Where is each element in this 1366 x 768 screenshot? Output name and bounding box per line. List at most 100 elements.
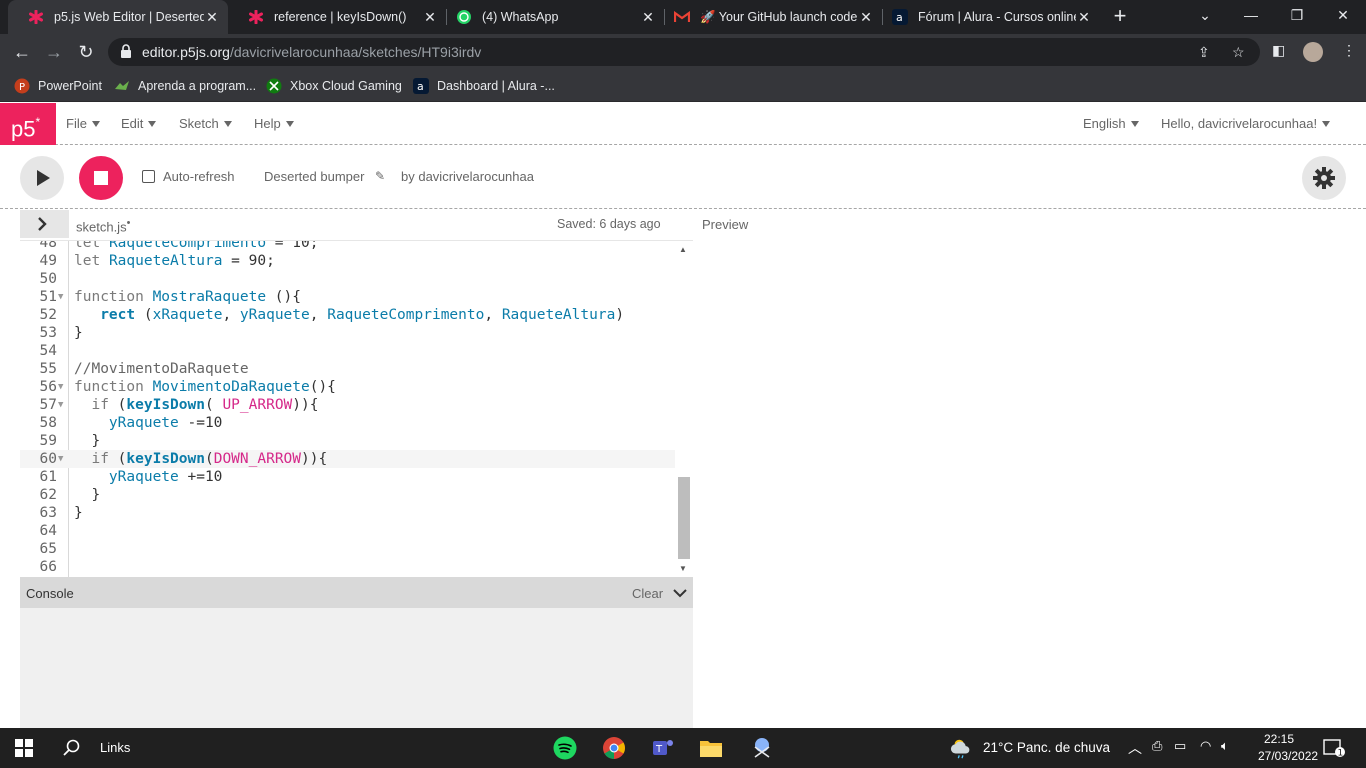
menu-file[interactable]: File bbox=[66, 116, 100, 131]
window-close-button[interactable]: ✕ bbox=[1320, 0, 1366, 30]
forward-arrow-icon[interactable]: → bbox=[40, 38, 68, 66]
code-line[interactable]: 65 bbox=[20, 540, 675, 558]
scroll-up-icon[interactable]: ▲ bbox=[679, 245, 687, 254]
file-tab-sketch[interactable]: sketch.js• bbox=[76, 217, 130, 234]
stop-button[interactable] bbox=[79, 156, 123, 200]
scroll-down-icon[interactable]: ▼ bbox=[679, 564, 687, 573]
code-line[interactable]: 63} bbox=[20, 504, 675, 522]
pencil-icon[interactable]: ✎ bbox=[375, 169, 385, 183]
tab-p5-editor[interactable]: p5.js Web Editor | Deserted bumper ✕ bbox=[8, 0, 228, 34]
taskbar-search-label[interactable]: Links bbox=[100, 740, 130, 755]
file-explorer-icon[interactable] bbox=[699, 736, 723, 760]
menu-help[interactable]: Help bbox=[254, 116, 294, 131]
windows-start-icon[interactable] bbox=[12, 736, 36, 760]
bookmark-powerpoint[interactable]: P PowerPoint bbox=[14, 77, 102, 95]
share-icon[interactable]: ⇪ bbox=[1198, 44, 1210, 61]
code-line[interactable]: 62 } bbox=[20, 486, 675, 504]
fold-arrow-icon[interactable]: ▼ bbox=[58, 378, 63, 396]
fold-arrow-icon[interactable]: ▼ bbox=[58, 450, 63, 468]
sketch-name[interactable]: Deserted bumper bbox=[264, 169, 364, 184]
p5-logo[interactable]: p5* bbox=[0, 103, 56, 145]
reload-icon[interactable]: ↻ bbox=[72, 38, 100, 66]
close-icon[interactable]: ✕ bbox=[422, 9, 438, 26]
bookmark-aprenda[interactable]: Aprenda a program... bbox=[114, 77, 256, 95]
code-line[interactable]: 52 rect (xRaquete, yRaquete, RaqueteComp… bbox=[20, 306, 675, 324]
tab-alura-forum[interactable]: a Fórum | Alura - Cursos online ✕ bbox=[882, 0, 1100, 34]
fold-arrow-icon[interactable]: ▼ bbox=[58, 396, 63, 414]
close-icon[interactable]: ✕ bbox=[640, 9, 656, 26]
menu-edit[interactable]: Edit bbox=[121, 116, 157, 131]
svg-text:a: a bbox=[417, 80, 424, 93]
new-tab-button[interactable]: + bbox=[1108, 5, 1132, 29]
address-bar[interactable]: editor.p5js.org/davicrivelarocunhaa/sket… bbox=[108, 38, 1260, 66]
language-selector[interactable]: English bbox=[1083, 116, 1139, 131]
code-text: yRaquete -=10 bbox=[108, 415, 223, 431]
code-line[interactable]: 48 let RaqueteComprimento = 10; bbox=[20, 241, 675, 252]
chevron-up-icon[interactable]: ︿ bbox=[1128, 738, 1142, 758]
play-button[interactable] bbox=[20, 156, 64, 200]
tab-gmail[interactable]: 🚀 Your GitHub launch code ✕ bbox=[664, 0, 882, 34]
line-number: 64 bbox=[39, 523, 57, 539]
minimize-button[interactable]: — bbox=[1228, 0, 1274, 30]
chevron-down-icon[interactable] bbox=[672, 586, 688, 605]
code-line[interactable]: 61 yRaquete +=10 bbox=[20, 468, 675, 486]
auto-refresh-checkbox[interactable] bbox=[142, 170, 155, 183]
code-editor[interactable]: 48 let RaqueteComprimento = 10; 49 let Raqu… bbox=[20, 240, 693, 577]
weather-text[interactable]: 21°C Panc. de chuva bbox=[983, 740, 1110, 755]
p5-nav-bar: p5* File Edit Sketch Help English Hello,… bbox=[0, 103, 1366, 145]
tab-whatsapp[interactable]: (4) WhatsApp ✕ bbox=[446, 0, 664, 34]
sketch-owner[interactable]: by davicrivelarocunhaa bbox=[401, 169, 534, 184]
battery-icon[interactable]: ▭ bbox=[1174, 738, 1186, 754]
bookmark-star-icon[interactable]: ☆ bbox=[1232, 44, 1245, 61]
code-line[interactable]: 56 ▼ function MovimentoDaRaquete(){ bbox=[20, 378, 675, 396]
code-line[interactable]: 55 //MovimentoDaRaquete bbox=[20, 360, 675, 378]
tab-reference[interactable]: reference | keyIsDown() ✕ bbox=[228, 0, 446, 34]
sidebar-toggle-button[interactable] bbox=[20, 210, 69, 238]
code-line[interactable]: 51 ▼ function MostraRaquete (){ bbox=[20, 288, 675, 306]
tab-title: reference | keyIsDown() bbox=[274, 10, 407, 24]
back-arrow-icon[interactable]: ← bbox=[8, 38, 36, 66]
left-margin bbox=[0, 240, 20, 728]
volume-icon[interactable]: 🔈︎ bbox=[1221, 738, 1229, 754]
code-line[interactable]: 64 bbox=[20, 522, 675, 540]
url-text: editor.p5js.org/davicrivelarocunhaa/sket… bbox=[142, 44, 481, 60]
code-line[interactable]: 54 bbox=[20, 342, 675, 360]
teams-icon[interactable]: T bbox=[651, 736, 675, 760]
meet-now-icon[interactable]: ⎙ bbox=[1152, 738, 1162, 754]
code-text: yRaquete +=10 bbox=[108, 469, 223, 485]
snipping-tool-icon[interactable] bbox=[750, 736, 774, 760]
restore-button[interactable]: ❐ bbox=[1274, 0, 1320, 30]
code-line[interactable]: 58 yRaquete -=10 bbox=[20, 414, 675, 432]
search-icon[interactable] bbox=[60, 736, 84, 760]
bookmark-alura-dashboard[interactable]: a Dashboard | Alura -... bbox=[413, 77, 555, 95]
code-line[interactable]: 66 bbox=[20, 558, 675, 576]
clock-date[interactable]: 27/03/2022 bbox=[1258, 749, 1318, 763]
code-line[interactable]: 49 let RaqueteAltura = 90; bbox=[20, 252, 675, 270]
settings-button[interactable] bbox=[1302, 156, 1346, 200]
scrollbar-thumb[interactable] bbox=[678, 477, 690, 559]
code-line[interactable]: 59 } bbox=[20, 432, 675, 450]
notification-center-icon[interactable]: 1 bbox=[1322, 736, 1346, 760]
caret-down-icon bbox=[223, 121, 232, 127]
user-menu[interactable]: Hello, davicrivelarocunhaa! bbox=[1161, 116, 1331, 131]
bookmark-xbox[interactable]: Xbox Cloud Gaming bbox=[266, 77, 402, 95]
code-line[interactable]: 53} bbox=[20, 324, 675, 342]
chrome-icon[interactable] bbox=[602, 736, 626, 760]
code-line[interactable]: 57 ▼ if (keyIsDown( UP_ARROW)){ bbox=[20, 396, 675, 414]
wifi-icon[interactable]: ◠ bbox=[1200, 738, 1211, 754]
weather-icon[interactable] bbox=[950, 736, 974, 760]
tab-search-chevron-icon[interactable]: ⌄ bbox=[1182, 0, 1228, 30]
code-line[interactable]: 60 ▼ if (keyIsDown(DOWN_ARROW)){ bbox=[20, 450, 675, 468]
fold-arrow-icon[interactable]: ▼ bbox=[58, 288, 63, 306]
clock-time[interactable]: 22:15 bbox=[1264, 732, 1294, 746]
close-icon[interactable]: ✕ bbox=[858, 9, 874, 26]
profile-avatar[interactable] bbox=[1303, 42, 1323, 62]
side-panel-icon[interactable]: ◧ bbox=[1272, 42, 1285, 59]
close-icon[interactable]: ✕ bbox=[1076, 9, 1092, 26]
chrome-menu-icon[interactable]: ⋮ bbox=[1342, 42, 1356, 59]
spotify-icon[interactable] bbox=[553, 736, 577, 760]
code-line[interactable]: 50 bbox=[20, 270, 675, 288]
close-icon[interactable]: ✕ bbox=[204, 9, 220, 26]
console-clear-button[interactable]: Clear bbox=[632, 586, 663, 601]
menu-sketch[interactable]: Sketch bbox=[179, 116, 232, 131]
